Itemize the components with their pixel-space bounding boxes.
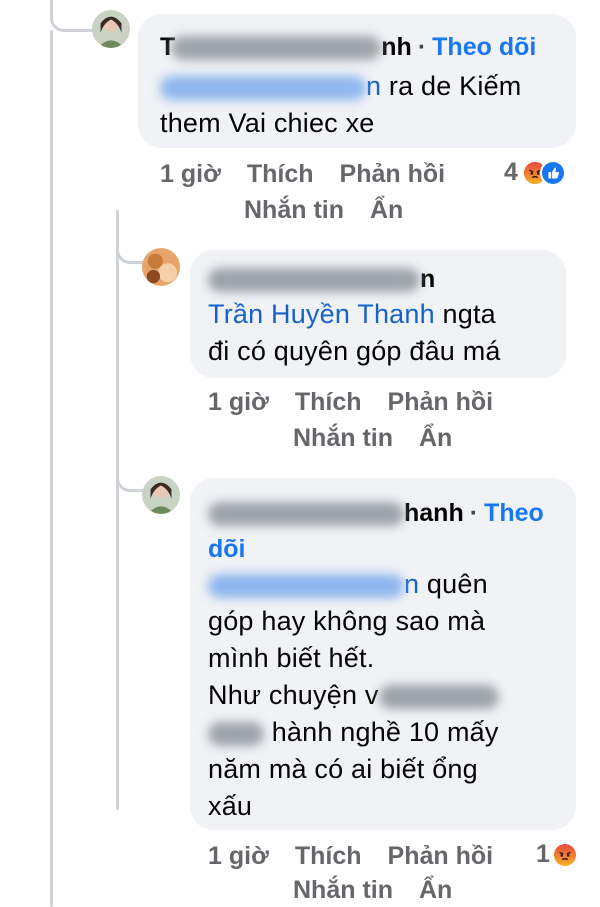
avatar[interactable]: [142, 476, 180, 514]
hide-link[interactable]: Ẩn: [370, 196, 403, 224]
message-link[interactable]: Nhắn tin: [293, 876, 393, 904]
reactions[interactable]: 1: [536, 840, 578, 869]
comment-bubble: hanh · Theo dõi n quên góp hay không sao m…: [190, 478, 576, 830]
reactions[interactable]: 4: [504, 158, 566, 187]
author-line: hanh · Theo: [208, 496, 544, 530]
comment-bubble: n Trần Huyền Thanh ngta đi có quyên góp đ…: [190, 250, 566, 378]
follow-link[interactable]: Theo dõi: [432, 33, 536, 61]
reply-button[interactable]: Phản hồi: [388, 388, 494, 416]
thread-line-reply: [116, 210, 119, 810]
reply-button[interactable]: Phản hồi: [388, 842, 494, 870]
comment-bubble: Tnh · Theo dõi n ra de Kiếm them Vai chiec …: [138, 14, 576, 148]
mention-link[interactable]: Trần Huyền Thanh: [208, 299, 435, 329]
avatar[interactable]: [92, 10, 130, 48]
mention-link[interactable]: n: [160, 71, 381, 101]
follow-link-continued[interactable]: dõi: [208, 532, 246, 566]
comment-actions-row2: Nhắn tin Ẩn: [293, 420, 478, 456]
thread-line-main: [50, 30, 53, 907]
comment-text: Trần Huyền Thanh ngta đi có quyên góp đâu…: [208, 299, 501, 366]
author-line: Tnh · Theo dõi: [160, 33, 537, 61]
reaction-count: 1: [536, 840, 550, 868]
comment-text: n quên góp hay không sao mà mình biết hế…: [208, 569, 499, 821]
avatar[interactable]: [142, 248, 180, 286]
message-link[interactable]: Nhắn tin: [293, 424, 393, 452]
comment-text: n ra de Kiếm them Vai chiec xe: [160, 71, 522, 138]
mention-link[interactable]: n: [208, 569, 419, 599]
reaction-count: 4: [504, 158, 518, 186]
comment-actions: 1 giờ Thích Phản hồi: [208, 384, 519, 420]
message-link[interactable]: Nhắn tin: [244, 196, 344, 224]
reply-button[interactable]: Phản hồi: [340, 160, 446, 188]
time-link[interactable]: 1 giờ: [208, 388, 269, 416]
like-button[interactable]: Thích: [295, 388, 362, 416]
author-name[interactable]: hanh: [208, 499, 464, 527]
thread-connector-1: [50, 0, 94, 32]
like-button[interactable]: Thích: [247, 160, 314, 188]
thread-connector-2: [116, 232, 146, 264]
comment-actions: 1 giờ Thích Phản hồi: [208, 838, 519, 874]
hide-link[interactable]: Ẩn: [419, 424, 452, 452]
author-name[interactable]: Tnh: [160, 33, 412, 61]
angry-reaction-icon: [551, 841, 578, 868]
author-name[interactable]: n: [208, 262, 435, 296]
time-link[interactable]: 1 giờ: [208, 842, 269, 870]
comment-actions: 1 giờ Thích Phản hồi: [160, 156, 471, 192]
comment-actions-row2: Nhắn tin Ẩn: [293, 872, 478, 907]
follow-link[interactable]: Theo: [484, 499, 544, 527]
comment-actions-row2: Nhắn tin Ẩn: [244, 192, 429, 228]
thread-connector-3: [116, 460, 146, 492]
like-reaction-icon: [539, 159, 566, 186]
hide-link[interactable]: Ẩn: [419, 876, 452, 904]
like-button[interactable]: Thích: [295, 842, 362, 870]
time-link[interactable]: 1 giờ: [160, 160, 221, 188]
